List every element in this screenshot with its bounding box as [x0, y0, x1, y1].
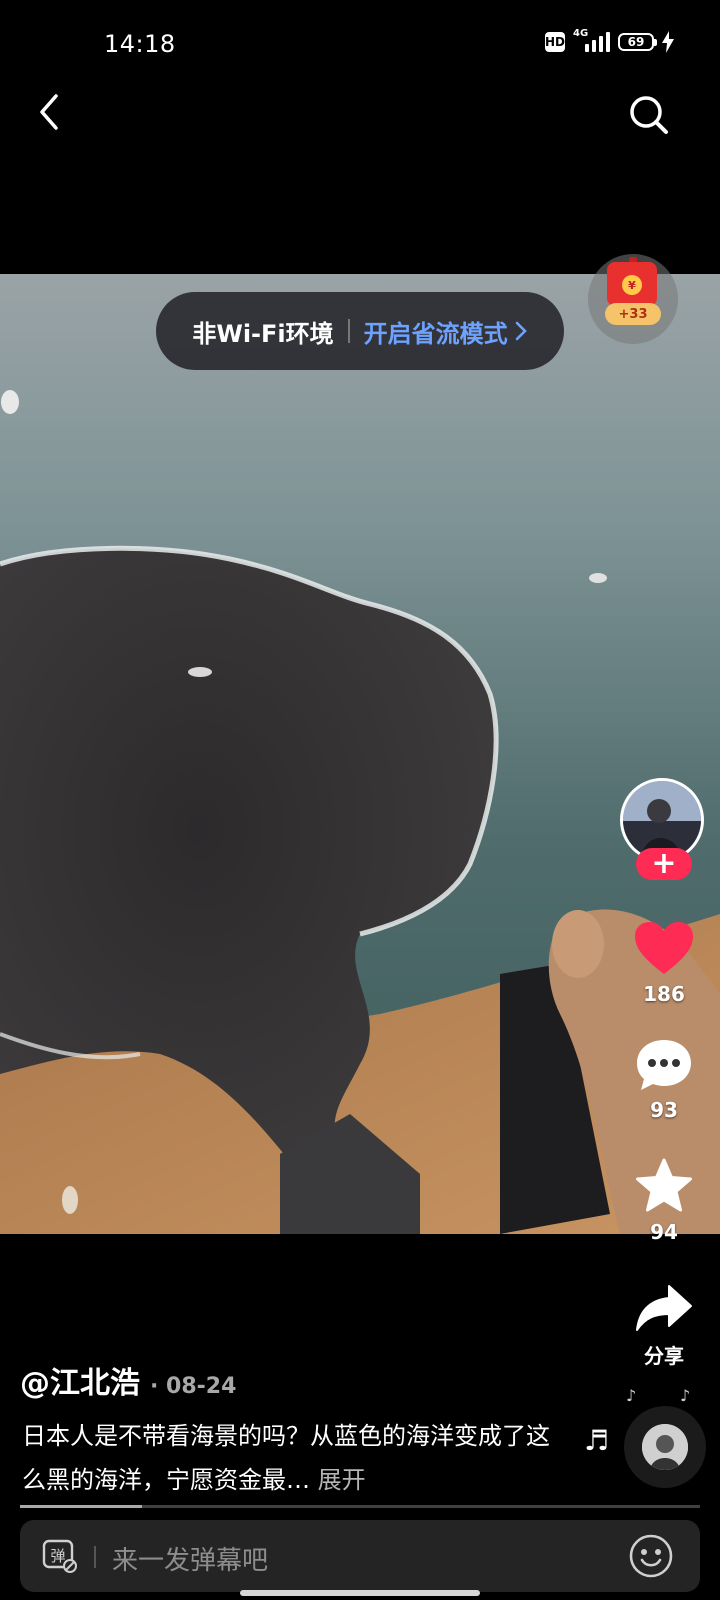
- favorite-button[interactable]: 94: [620, 1158, 708, 1244]
- reward-bonus: +33: [605, 303, 661, 325]
- search-button[interactable]: [626, 92, 672, 138]
- follow-plus-icon: +: [651, 846, 677, 881]
- video-player-screen: 14:18 HD 4G 69 非Wi-Fi环境 开启省流模式 ¥ +33 + 1…: [0, 0, 720, 1600]
- comment-count: 93: [650, 1098, 678, 1122]
- chevron-left-icon: [40, 94, 58, 130]
- music-note-icon: ♪: [626, 1386, 637, 1405]
- battery-level: 69: [627, 35, 645, 49]
- danmaku-input-placeholder: 来一发弹幕吧: [112, 1546, 269, 1576]
- status-time: 14:18: [104, 30, 176, 58]
- coin-icon: ¥: [622, 275, 642, 295]
- like-button[interactable]: 186: [620, 920, 708, 1006]
- music-disc-button[interactable]: [624, 1406, 706, 1488]
- post-date-value: 08-24: [166, 1374, 237, 1399]
- video-frame-image: [0, 274, 720, 1234]
- danmaku-toggle-icon[interactable]: 弹: [42, 1538, 78, 1574]
- music-note-icon: ♬: [584, 1424, 610, 1457]
- comment-button[interactable]: 93: [620, 1038, 708, 1122]
- playback-progress-fill: [20, 1505, 143, 1508]
- data-saver-banner[interactable]: 非Wi-Fi环境 开启省流模式: [156, 292, 564, 370]
- like-count: 186: [643, 982, 685, 1006]
- emoji-icon[interactable]: [628, 1533, 674, 1579]
- banner-divider: [347, 319, 350, 343]
- comment-icon: [637, 1040, 691, 1090]
- red-packet-icon: ¥: [607, 257, 657, 306]
- danmaku-icon-glyph: 弹: [50, 1547, 65, 1565]
- expand-caption-link[interactable]: 展开: [318, 1466, 366, 1494]
- star-icon: [636, 1158, 692, 1212]
- danmaku-divider: [94, 1546, 96, 1568]
- music-cover-image: [642, 1424, 688, 1470]
- status-bar: 14:18 HD 4G 69: [0, 0, 720, 90]
- data-saver-label: 开启省流模式: [363, 319, 508, 348]
- post-date: · 08-24: [150, 1374, 237, 1399]
- caption-text: 日本人是不带看海景的吗？从蓝色的海洋变成了这么黑的海洋，宁愿资金最…: [22, 1422, 550, 1494]
- hd-badge: HD: [545, 32, 565, 52]
- playback-progress-bar[interactable]: [20, 1505, 700, 1508]
- danmaku-input-bar[interactable]: 弹 来一发弹幕吧: [20, 1520, 700, 1592]
- video-content[interactable]: [0, 274, 720, 1234]
- status-indicators: HD 4G 69: [545, 28, 674, 53]
- home-indicator[interactable]: [240, 1590, 480, 1596]
- signal-icon: 4G: [573, 28, 610, 52]
- author-name[interactable]: @江北浩: [20, 1358, 140, 1402]
- follow-button[interactable]: +: [636, 848, 692, 880]
- author-line: @江北浩 · 08-24: [20, 1358, 236, 1402]
- red-packet-reward-button[interactable]: ¥ +33: [588, 254, 678, 344]
- share-label: 分享: [644, 1344, 684, 1368]
- heart-icon: [635, 922, 693, 974]
- enable-data-saver-link[interactable]: 开启省流模式: [364, 314, 528, 349]
- chevron-right-icon: [515, 321, 527, 341]
- back-button[interactable]: [28, 90, 72, 134]
- video-caption: 日本人是不带看海景的吗？从蓝色的海洋变成了这么黑的海洋，宁愿资金最… 展开: [22, 1414, 552, 1502]
- favorite-count: 94: [650, 1220, 678, 1244]
- search-icon: [630, 96, 668, 134]
- music-note-icon: ♪: [680, 1386, 691, 1405]
- network-env-label: 非Wi-Fi环境: [192, 319, 334, 348]
- charging-icon: [662, 31, 674, 53]
- battery-icon: 69: [618, 33, 657, 51]
- share-arrow-icon: [636, 1285, 692, 1331]
- network-type: 4G: [573, 28, 589, 39]
- share-button[interactable]: 分享: [620, 1284, 708, 1369]
